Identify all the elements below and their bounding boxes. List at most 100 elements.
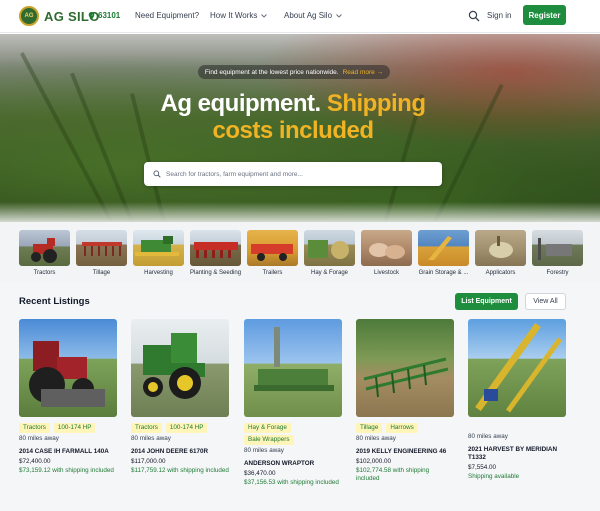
listing-tag: 100-174 HP — [165, 423, 208, 433]
hero-fade — [0, 202, 600, 222]
harvesting-thumbnail — [133, 230, 184, 266]
nav-how-it-works[interactable]: How It Works — [210, 11, 268, 20]
category-label: Grain Storage & ... — [418, 270, 469, 276]
listing-distance: 80 miles away — [468, 433, 508, 440]
listing-photo — [19, 319, 117, 417]
listing-tag: Tractors — [131, 423, 162, 433]
category-trailers[interactable]: Trailers — [247, 230, 298, 276]
hero-banner: Find equipment at the lowest price natio… — [0, 34, 600, 222]
listing-photo — [131, 319, 229, 417]
category-applicators[interactable]: Applicators — [475, 230, 526, 276]
listing-shipping: Shipping available — [468, 473, 520, 480]
category-label: Planting & Seeding — [190, 270, 242, 276]
listing-tag: Tractors — [19, 423, 50, 433]
listing-distance: 80 miles away — [19, 435, 59, 442]
listing-tags: Hay & Forage Bale Wrappers — [244, 423, 342, 445]
listing-price: $7,554.00 — [468, 464, 497, 471]
announcement-text: Find equipment at the lowest price natio… — [204, 68, 339, 76]
section-title: Recent Listings — [19, 296, 90, 307]
listing-shipping: $37,156.53 with shipping included — [244, 479, 339, 486]
listing-title: ANDERSON WRAPTOR — [244, 460, 315, 467]
category-tractors[interactable]: Tractors — [19, 230, 70, 276]
search-icon — [153, 170, 161, 178]
listing-distance: 80 miles away — [244, 447, 284, 454]
category-label: Tractors — [33, 270, 56, 276]
listing-tag: Bale Wrappers — [244, 435, 294, 445]
listing-card[interactable]: Tractors 100-174 HP 80 miles away 2014 J… — [131, 319, 229, 475]
listing-card[interactable]: Tillage Harrows 80 miles away 2019 KELLY… — [356, 319, 454, 483]
category-label: Harvesting — [144, 270, 173, 276]
register-button[interactable]: Register — [523, 5, 566, 25]
headline-gold-1: Shipping — [326, 90, 426, 117]
listing-title: 2021 HARVEST BY MERIDIAN T1332 — [468, 446, 557, 461]
grain-storage-thumbnail — [418, 230, 469, 266]
forestry-thumbnail — [532, 230, 583, 266]
listing-photo — [356, 319, 454, 417]
search-icon[interactable] — [468, 9, 482, 23]
listing-shipping: $73,159.12 with shipping included — [19, 467, 114, 474]
listing-price: $102,000.00 — [356, 458, 392, 465]
list-equipment-button[interactable]: List Equipment — [455, 293, 518, 310]
view-all-button[interactable]: View All — [525, 293, 566, 310]
category-planting-seeding[interactable]: Planting & Seeding — [190, 230, 241, 276]
category-label: Livestock — [373, 270, 399, 276]
chevron-down-icon — [336, 13, 342, 18]
nav-need-equipment[interactable]: Need Equipment? — [135, 11, 199, 20]
announcement-pill[interactable]: Find equipment at the lowest price natio… — [198, 65, 390, 79]
location-pin-icon — [88, 11, 95, 20]
nav-how-it-works-label: How It Works — [210, 11, 258, 20]
listing-title: 2019 KELLY ENGINEERING 46 — [356, 448, 447, 455]
category-strip: Tractors Tillage Harvesting Planting & S… — [0, 222, 600, 282]
hero-headline: Ag equipment. Shipping costs included — [0, 90, 586, 144]
sign-in-link[interactable]: Sign in — [487, 11, 511, 20]
logo-emblem-icon: AG — [19, 6, 39, 26]
planting-thumbnail — [190, 230, 241, 266]
listing-photo — [244, 319, 342, 417]
listing-title: 2014 JOHN DEERE 6170R — [131, 448, 209, 455]
category-label: Tillage — [92, 270, 111, 276]
chevron-down-icon — [261, 13, 268, 18]
category-label: Hay & Forage — [310, 270, 349, 276]
listing-card[interactable]: Tractors 100-174 HP 80 miles away 2014 C… — [19, 319, 117, 475]
listing-tag: 100-174 HP — [53, 423, 96, 433]
nav-about-ag-silo[interactable]: About Ag Silo — [284, 11, 342, 20]
category-forestry[interactable]: Forestry — [532, 230, 583, 276]
zip-code: 63101 — [98, 11, 121, 20]
category-hay-forage[interactable]: Hay & Forage — [304, 230, 355, 276]
livestock-thumbnail — [361, 230, 412, 266]
category-livestock[interactable]: Livestock — [361, 230, 412, 276]
hay-thumbnail — [304, 230, 355, 266]
trailer-thumbnail — [247, 230, 298, 266]
nav-need-equipment-label: Need Equipment? — [135, 11, 200, 20]
listing-tag: Hay & Forage — [244, 423, 291, 433]
nav-about-label: About Ag Silo — [284, 11, 333, 20]
equipment-search-bar[interactable] — [144, 162, 442, 186]
category-tillage[interactable]: Tillage — [76, 230, 127, 276]
read-more-link[interactable]: Read more → — [343, 69, 383, 76]
listing-tag: Tillage — [356, 423, 383, 433]
tractor-thumbnail — [19, 230, 70, 266]
listing-card[interactable]: Hay & Forage Bale Wrappers 80 miles away… — [244, 319, 342, 487]
category-grain-storage[interactable]: Grain Storage & ... — [418, 230, 469, 276]
listing-price: $72,400.00 — [19, 458, 51, 465]
listing-card[interactable]: 80 miles away 2021 HARVEST BY MERIDIAN T… — [468, 319, 566, 481]
listing-photo — [468, 319, 566, 417]
listing-tags: Tillage Harrows — [356, 423, 454, 433]
tillage-thumbnail — [76, 230, 127, 266]
headline-white: Ag equipment. — [160, 90, 322, 117]
search-input[interactable] — [166, 170, 426, 178]
category-label: Trailers — [262, 270, 283, 276]
category-harvesting[interactable]: Harvesting — [133, 230, 184, 276]
recent-listings-section: Recent Listings List Equipment View All … — [0, 282, 600, 511]
category-label: Forestry — [546, 270, 569, 276]
category-label: Applicators — [485, 270, 516, 276]
listing-price: $36,470.00 — [244, 470, 276, 477]
location-zip[interactable]: 63101 — [88, 11, 120, 20]
listing-tags: Tractors 100-174 HP — [19, 423, 117, 433]
listing-distance: 80 miles away — [131, 435, 171, 442]
listing-tag: Harrows — [386, 423, 418, 433]
listing-price: $117,000.00 — [131, 458, 166, 465]
listing-distance: 80 miles away — [356, 435, 396, 442]
listing-shipping: $117,759.12 with shipping included — [131, 467, 229, 474]
listing-tags: Tractors 100-174 HP — [131, 423, 229, 433]
